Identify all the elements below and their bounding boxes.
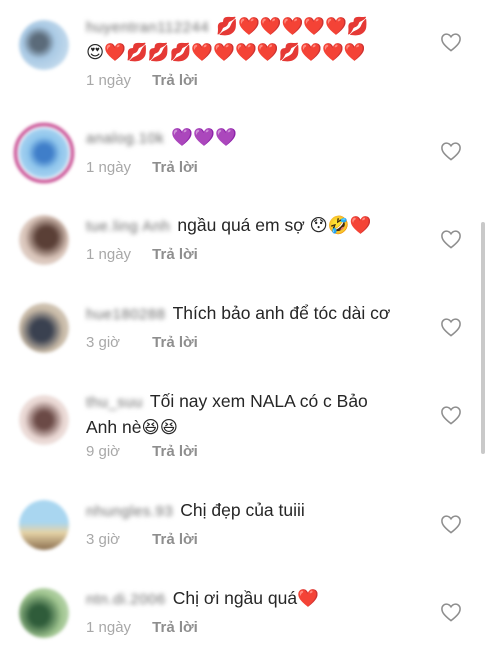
comment-item: hue180288 Thích bảo anh để tóc dài cơ 3 …	[0, 301, 490, 387]
comment-time: 1 ngày	[86, 72, 132, 89]
heart-outline-icon	[441, 142, 461, 161]
comment-username[interactable]: huyentran112244	[86, 19, 209, 36]
comment-time: 1 ngày	[86, 246, 132, 263]
comment-text: Chị ơi ngầu quá❤️	[172, 588, 319, 608]
avatar[interactable]	[19, 500, 69, 550]
heart-outline-icon	[441, 406, 461, 425]
like-button[interactable]	[440, 602, 462, 622]
heart-outline-icon	[441, 33, 461, 52]
comment-item: analog.10k 💜💜💜 1 ngày Trả lời	[0, 123, 490, 209]
comment-text: Tối nay xem NALA có c Bảo	[149, 391, 368, 411]
like-button[interactable]	[440, 405, 462, 425]
comment-item: thu_suu Tối nay xem NALA có c Bảo Anh nè…	[0, 389, 490, 475]
reply-button[interactable]: Trả lời	[152, 619, 198, 636]
comment-item: nhungles.93 Chị đẹp của tuiii 3 giờ Trả …	[0, 498, 490, 584]
reply-button[interactable]: Trả lời	[152, 443, 198, 460]
reply-button[interactable]: Trả lời	[152, 334, 198, 351]
comment-text-line2: Anh nè😆😆	[86, 417, 178, 437]
comment-username[interactable]: thu_suu	[86, 394, 143, 411]
scrollbar[interactable]	[481, 222, 485, 454]
avatar[interactable]	[19, 395, 69, 445]
like-button[interactable]	[440, 514, 462, 534]
comment-text-line2: 😍❤️💋💋💋❤️❤️❤️❤️💋❤️❤️❤️	[86, 42, 366, 62]
comment-username[interactable]: ntn.di.2006	[86, 591, 166, 608]
comment-item: tue.ling Anh ngầu quá em sợ 😯🤣❤️ 1 ngày …	[0, 213, 490, 299]
reply-button[interactable]: Trả lời	[152, 246, 198, 263]
comment-item: huyentran112244 💋❤️❤️❤️❤️❤️💋 😍❤️💋💋💋❤️❤️❤…	[0, 14, 490, 100]
avatar[interactable]	[19, 303, 69, 353]
comment-time: 9 giờ	[86, 443, 121, 460]
comment-text: Thích bảo anh để tóc dài cơ	[172, 303, 391, 323]
reply-button[interactable]: Trả lời	[152, 159, 198, 176]
comment-time: 3 giờ	[86, 531, 121, 548]
comment-username[interactable]: nhungles.93	[86, 503, 173, 520]
heart-outline-icon	[441, 318, 461, 337]
avatar[interactable]	[14, 123, 74, 183]
reply-button[interactable]: Trả lời	[152, 531, 198, 548]
avatar[interactable]	[19, 588, 69, 638]
like-button[interactable]	[440, 141, 462, 161]
heart-outline-icon	[441, 515, 461, 534]
comment-username[interactable]: analog.10k	[86, 130, 164, 147]
comment-username[interactable]: tue.ling Anh	[86, 218, 170, 235]
comment-text: 💋❤️❤️❤️❤️❤️💋	[216, 16, 369, 36]
reply-button[interactable]: Trả lời	[152, 72, 198, 89]
comment-text: ngầu quá em sợ 😯🤣❤️	[177, 215, 372, 235]
comment-time: 1 ngày	[86, 159, 132, 176]
like-button[interactable]	[440, 32, 462, 52]
like-button[interactable]	[440, 229, 462, 249]
heart-outline-icon	[441, 603, 461, 622]
comment-time: 1 ngày	[86, 619, 132, 636]
avatar[interactable]	[19, 215, 69, 265]
avatar[interactable]	[19, 20, 69, 70]
comment-item: ntn.di.2006 Chị ơi ngầu quá❤️ 1 ngày Trả…	[0, 586, 490, 656]
comment-text: Chị đẹp của tuiii	[180, 500, 305, 520]
comment-time: 3 giờ	[86, 334, 121, 351]
comment-list: huyentran112244 💋❤️❤️❤️❤️❤️💋 😍❤️💋💋💋❤️❤️❤…	[0, 0, 490, 656]
like-button[interactable]	[440, 317, 462, 337]
comment-text: 💜💜💜	[171, 127, 237, 147]
comment-username[interactable]: hue180288	[86, 306, 166, 323]
heart-outline-icon	[441, 230, 461, 249]
